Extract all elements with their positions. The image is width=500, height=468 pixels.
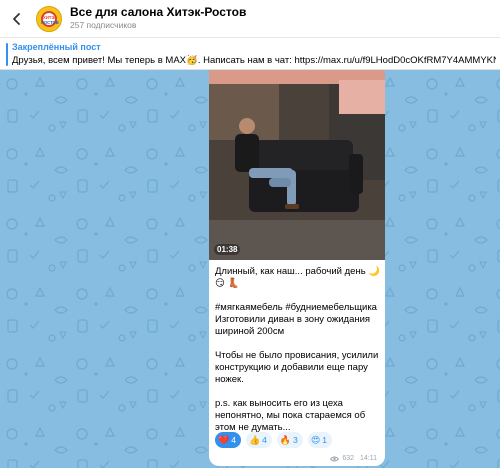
heart-icon: ❤️ (218, 434, 230, 445)
pinned-indicator (6, 43, 8, 66)
reaction-count: 4 (231, 435, 236, 445)
post-time: 14:11 (360, 455, 377, 462)
post-paragraph: #мягкаямебель #будниемебельщика Изготови… (215, 302, 377, 337)
reaction-heart[interactable]: ❤️ 4 (215, 432, 241, 448)
post-paragraph: p.s. как выносить его из цеха непонятно,… (215, 398, 366, 433)
pinned-label: Закреплённый пост (12, 42, 101, 52)
reaction-count: 4 (262, 435, 267, 445)
post-paragraph: Чтобы не было провисания, усилили констр… (215, 350, 379, 385)
channel-title[interactable]: Все для салона Хитэк-Ростов (70, 6, 246, 19)
subscriber-count: 257 подписчиков (70, 20, 137, 31)
chat-header: ХИТЭК РОСТОВ Все для салона Хитэк-Ростов… (0, 0, 500, 37)
pinned-text: Друзья, всем привет! Мы теперь в MAX🥳. Н… (12, 55, 496, 66)
view-count: 632 (342, 455, 354, 462)
pinned-message[interactable]: Закреплённый пост Друзья, всем привет! М… (0, 37, 500, 70)
reaction-count: 1 (322, 435, 327, 445)
post-paragraph: Длинный, как наш... рабочий день 🌙 😏 👢 (215, 266, 381, 289)
video-thumbnail (209, 70, 385, 260)
reaction-count: 3 (293, 435, 298, 445)
fire-icon: 🔥 (279, 434, 292, 445)
reaction-fire[interactable]: 🔥 3 (276, 432, 303, 448)
svg-text:РОСТОВ: РОСТОВ (41, 20, 59, 25)
back-button[interactable] (0, 0, 34, 37)
heart-eyes-icon: 😍 (310, 434, 321, 445)
post-meta: 632 14:11 (330, 455, 377, 462)
thumbs-up-icon: 👍 (248, 434, 261, 445)
channel-avatar[interactable]: ХИТЭК РОСТОВ (36, 5, 62, 32)
channel-post: 01:38 Длинный, как наш... рабочий день 🌙… (209, 70, 385, 466)
video-preview[interactable]: 01:38 (209, 70, 385, 260)
reaction-heart-eyes[interactable]: 😍 1 (307, 432, 332, 448)
reactions-bar: ❤️ 4 👍 4 🔥 3 😍 1 (215, 432, 332, 448)
video-duration: 01:38 (214, 244, 241, 255)
post-text: Длинный, как наш... рабочий день 🌙 😏 👢 #… (215, 266, 381, 434)
chevron-left-icon (13, 12, 20, 25)
logo-icon: ХИТЭК РОСТОВ (41, 15, 59, 25)
reaction-thumbs-up[interactable]: 👍 4 (245, 432, 272, 448)
eye-icon (330, 456, 340, 461)
chat-area: 01:38 Длинный, как наш... рабочий день 🌙… (0, 70, 500, 468)
